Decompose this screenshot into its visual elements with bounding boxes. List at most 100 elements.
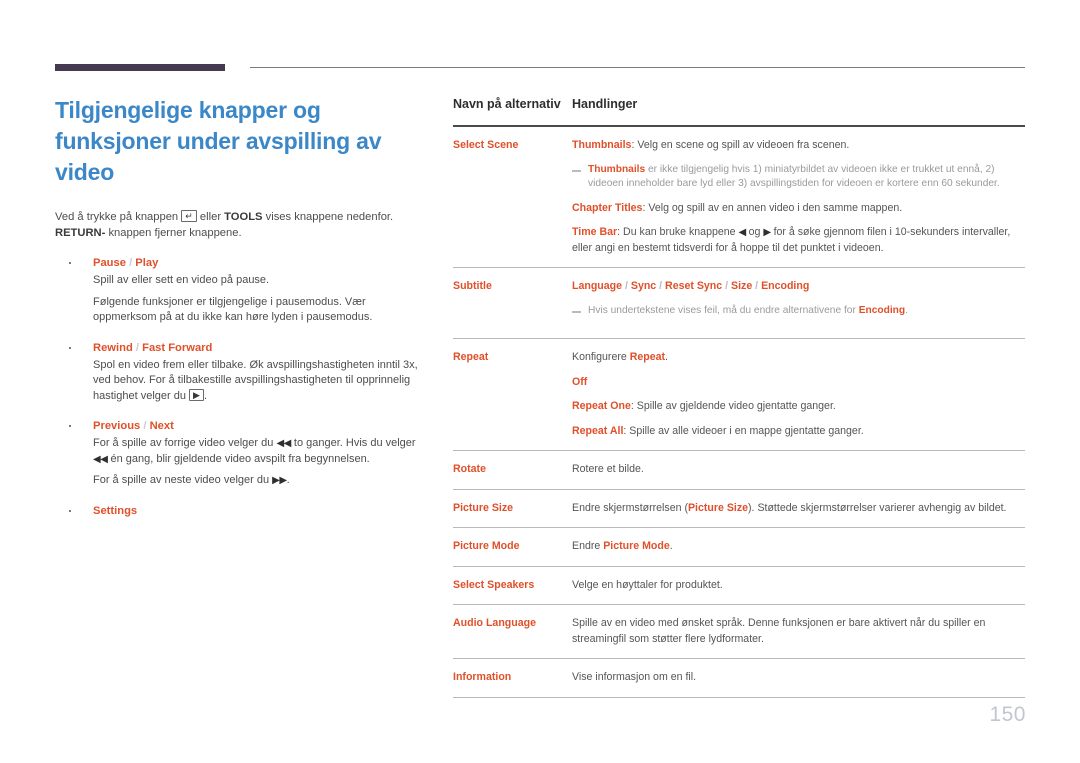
action-line: Konfigurere Repeat. <box>572 350 1025 366</box>
left-column: Tilgjengelige knapper og funksjoner unde… <box>55 95 425 533</box>
list-item: Pause / Play Spill av eller sett en vide… <box>55 255 425 326</box>
bullet-head-sep: / <box>135 341 139 354</box>
note-text: er ikke tilgjengelig hvis 1) miniatyrbil… <box>588 163 1000 190</box>
intro-return-label: RETURN- <box>55 226 106 239</box>
previous-icon: ◀◀ <box>276 438 291 449</box>
button-function-list: Pause / Play Spill av eller sett en vide… <box>55 255 425 519</box>
table-row: Repeat Konfigurere Repeat. Off Repeat On… <box>453 338 1025 451</box>
option-name: Rotate <box>453 450 571 490</box>
action-line: Velge en høyttaler for produktet. <box>572 578 723 591</box>
action-term: Off <box>572 375 588 388</box>
arrow-left-icon: ◀ <box>738 227 747 238</box>
action-text: . <box>665 351 668 363</box>
action-line: Chapter Titles: Velg og spill av en anne… <box>572 201 1025 217</box>
action-line: Endre Picture Mode. <box>572 539 1025 555</box>
action-line: Repeat All: Spille av alle videoer i en … <box>572 424 1025 440</box>
bullet-head-a: Rewind <box>93 341 133 354</box>
option-name: Repeat <box>453 338 571 451</box>
table-header-option-name: Navn på alternativ <box>453 96 571 127</box>
bullet-body-text: to ganger. Hvis du velger <box>293 437 416 449</box>
option-name: Select Scene <box>453 126 571 268</box>
document-page: Tilgjengelige knapper og funksjoner unde… <box>0 0 1080 763</box>
action-term: Thumbnails <box>572 139 632 151</box>
action-term: Chapter Titles <box>572 201 643 214</box>
options-table: Navn på alternativ Handlinger Select Sce… <box>453 96 1025 698</box>
bullet-head-b: Play <box>135 257 159 269</box>
option-name: Picture Mode <box>453 527 571 567</box>
action-text: ). Støttede skjermstørrelser varierer av… <box>748 501 1007 514</box>
action-text: og <box>748 226 761 238</box>
option-actions: Endre Picture Mode. <box>571 527 1025 567</box>
next-icon: ▶▶ <box>272 475 287 486</box>
note-line: Thumbnails er ikke tilgjengelig hvis 1) … <box>572 163 1025 192</box>
action-text: : Velg og spill av en annen video i den … <box>642 201 903 214</box>
option-name: Select Speakers <box>453 566 571 605</box>
action-text: Konfigurere <box>572 351 630 363</box>
action-text: Endre skjermstørrelsen ( <box>572 501 688 514</box>
option-actions: Rotere et bilde. <box>571 450 1025 490</box>
action-term: Size <box>731 280 753 292</box>
action-line: Off <box>572 375 1025 391</box>
enter-key-icon: ↵ <box>181 210 197 222</box>
bullet-head-sep: / <box>143 420 147 432</box>
header-rules <box>55 64 1025 74</box>
action-term: Language <box>572 280 623 292</box>
action-line: Thumbnails: Velg en scene og spill av vi… <box>572 138 1025 154</box>
play-key-icon: ▶ <box>189 388 204 401</box>
action-line: Time Bar: Du kan bruke knappene ◀ og ▶ f… <box>572 225 1025 256</box>
intro-tools-label: TOOLS <box>224 211 263 223</box>
right-column: Navn på alternativ Handlinger Select Sce… <box>453 96 1025 698</box>
action-line: Language / Sync / Reset Sync / Size / En… <box>572 280 810 292</box>
option-name: Picture Size <box>453 489 571 528</box>
bullet-body-text: Spol en video frem eller tilbake. Øk avs… <box>93 358 418 402</box>
bullet-heading-settings: Settings <box>93 503 425 519</box>
table-row: Select Speakers Velge en høyttaler for p… <box>453 566 1025 605</box>
table-row: Subtitle Language / Sync / Reset Sync / … <box>453 267 1025 339</box>
action-term: Repeat All <box>572 424 624 437</box>
action-text: . <box>669 540 673 552</box>
action-term: Picture Mode <box>603 540 670 552</box>
intro-paragraph: Ved å trykke på knappen ↵ eller TOOLS vi… <box>55 210 425 241</box>
table-header-actions: Handlinger <box>571 96 1025 127</box>
note-term: Encoding <box>858 304 906 316</box>
option-actions: Konfigurere Repeat. Off Repeat One: Spil… <box>571 338 1025 451</box>
table-row: Audio Language Spille av en video med øn… <box>453 604 1025 659</box>
action-term: Time Bar <box>572 226 618 238</box>
option-actions: Spille av en video med ønsket språk. Den… <box>571 604 1025 659</box>
note-text: . <box>905 304 908 316</box>
option-actions: Vise informasjon om en fil. <box>571 658 1025 698</box>
bullet-body-text: For å spille av neste video velger du <box>93 474 270 486</box>
option-actions: Velge en høyttaler for produktet. <box>571 566 1025 605</box>
bullet-body-text: én gang, blir gjeldende video avspilt fr… <box>110 452 370 465</box>
action-text: Endre <box>572 540 604 552</box>
bullet-body-line: Spol en video frem eller tilbake. Øk avs… <box>93 358 425 405</box>
intro-text-2: eller <box>199 211 222 223</box>
arrow-right-icon: ▶ <box>763 227 771 238</box>
table-row: Information Vise informasjon om en fil. <box>453 658 1025 698</box>
bullet-head-sep: / <box>129 257 133 269</box>
intro-text-1: Ved å trykke på knappen <box>55 211 179 223</box>
option-actions: Language / Sync / Reset Sync / Size / En… <box>571 267 1025 339</box>
bullet-head-b: Fast Forward <box>142 341 213 354</box>
bullet-body-period: . <box>203 389 207 402</box>
bullet-body-period: . <box>286 474 290 486</box>
bullet-head-a: Previous <box>93 420 141 432</box>
action-line: Vise informasjon om en fil. <box>572 671 697 683</box>
action-line: Endre skjermstørrelsen (Picture Size). S… <box>572 501 1025 517</box>
action-term: Repeat <box>629 351 666 363</box>
header-rule-thick <box>55 64 225 71</box>
bullet-heading-pause-play: Pause / Play <box>93 255 425 271</box>
bullet-body-line: For å spille av neste video velger du ▶▶… <box>93 473 425 489</box>
intro-text-3: vises knappene nedenfor. <box>265 211 394 223</box>
option-actions: Thumbnails: Velg en scene og spill av vi… <box>571 126 1025 268</box>
action-text: : Spille av gjeldende video gjentatte ga… <box>630 400 836 412</box>
bullet-head-a: Settings <box>93 504 138 517</box>
action-line: Spille av en video med ønsket språk. Den… <box>572 617 986 645</box>
action-term: Reset Sync <box>665 280 723 292</box>
option-actions: Endre skjermstørrelsen (Picture Size). S… <box>571 489 1025 528</box>
list-item: Previous / Next For å spille av forrige … <box>55 418 425 489</box>
action-text: : Spille av alle videoer i en mappe gjen… <box>623 424 864 437</box>
bullet-body-text: For å spille av forrige video velger du <box>93 437 274 449</box>
action-term: Picture Size <box>687 501 749 514</box>
table-row: Picture Mode Endre Picture Mode. <box>453 527 1025 567</box>
